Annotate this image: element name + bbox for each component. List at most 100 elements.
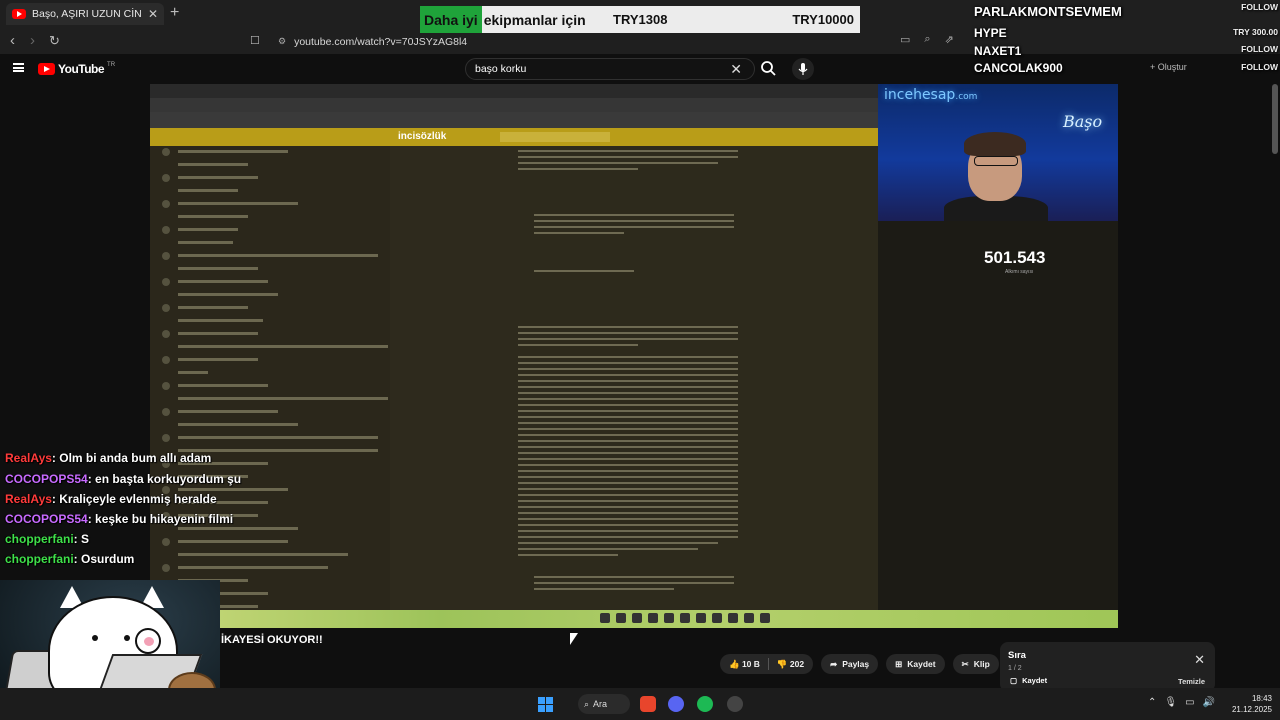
- start-button[interactable]: [538, 697, 553, 712]
- follower-name: CANCOLAK900: [974, 61, 1063, 75]
- windows-logo-icon: [546, 705, 553, 712]
- share-page-icon[interactable]: ⇗: [945, 33, 954, 46]
- divider: [767, 658, 769, 670]
- clip-button[interactable]: ✂ Klip: [952, 654, 999, 674]
- chat-user: RealAys: [5, 451, 52, 465]
- menu-icon[interactable]: [13, 63, 24, 72]
- follower-tag: TRY 300.00: [1233, 27, 1278, 37]
- sponsor-sign: incehesap.com: [884, 87, 977, 103]
- chat-user: COCOPOPS54: [5, 512, 88, 526]
- sponsor-suffix: .com: [955, 92, 978, 102]
- zoom-icon[interactable]: ⌕: [924, 33, 930, 46]
- reload-icon[interactable]: ↻: [49, 33, 60, 49]
- address-actions: ▭ ⌕ ⇗: [900, 33, 954, 46]
- app-icon[interactable]: [727, 696, 743, 712]
- search-icon: [761, 61, 776, 76]
- queue-clear-button[interactable]: Temizle: [1178, 677, 1205, 686]
- mouse-cursor-icon: [570, 633, 578, 645]
- view-count: 501.543: [984, 248, 1046, 267]
- follower-name: PARLAKMONTSEVMEM: [974, 4, 1122, 19]
- tray-expand-icon[interactable]: ⌃: [1148, 697, 1156, 708]
- inner-taskbar-icons: [600, 613, 770, 623]
- close-queue-icon[interactable]: ✕: [1194, 652, 1205, 668]
- close-tab-icon[interactable]: ✕: [148, 7, 158, 21]
- clip-icon: ✂: [961, 658, 969, 669]
- spotify-icon[interactable]: [697, 696, 713, 712]
- chat-user: chopperfani: [5, 552, 74, 566]
- chat-message: RealAys: Olm bi anda bum allı adam: [5, 451, 211, 465]
- youtube-logo[interactable]: YouTube TR: [38, 62, 115, 76]
- chat-text: : S: [73, 532, 90, 546]
- chat-message: chopperfani: S: [5, 532, 89, 546]
- inner-bookmarks-bar: [150, 112, 880, 128]
- view-count-label: Alkımı sayısı: [1005, 269, 1034, 275]
- cast-icon[interactable]: ▭: [900, 33, 910, 46]
- chat-user: chopperfani: [5, 532, 74, 546]
- queue-save-label: Kaydet: [1022, 676, 1048, 685]
- clock[interactable]: 18:43 21.12.2025: [1228, 693, 1272, 715]
- share-button[interactable]: ➦ Paylaş: [821, 654, 879, 674]
- promo-highlight: Daha iyi: [420, 6, 482, 33]
- chat-text: : Kraliçeyle evlenmiş heralde: [51, 492, 217, 506]
- inner-app-icon: [744, 613, 754, 623]
- site-search: [500, 132, 610, 142]
- create-button[interactable]: + Oluştur: [1150, 62, 1187, 72]
- neon-sign: Başo: [1063, 112, 1103, 131]
- inner-site-content: [508, 146, 748, 616]
- queue-title: Sıra: [1008, 650, 1026, 661]
- chat-message: chopperfani: Osurdum: [5, 552, 134, 566]
- microphone-icon[interactable]: 🎙: [1164, 697, 1177, 708]
- windows-logo-icon: [546, 697, 553, 704]
- share-icon: ➦: [830, 658, 838, 669]
- cat-paw-bean: [144, 637, 154, 646]
- like-button[interactable]: 👍 10 B: [729, 659, 760, 670]
- save-icon: ▢: [1010, 676, 1018, 685]
- like-dislike-group: 👍 10 B 👎 202: [720, 654, 814, 674]
- new-tab-icon[interactable]: +: [170, 4, 179, 22]
- queue-save-button[interactable]: ▢ Kaydet: [1010, 676, 1047, 685]
- follower-name: NAXET1: [974, 44, 1022, 58]
- search-input[interactable]: başo korku ✕: [465, 58, 755, 80]
- inner-content-text: [518, 150, 738, 590]
- inner-taskbar: [150, 610, 1118, 628]
- brave-browser-icon[interactable]: [640, 696, 656, 712]
- inner-app-icon: [680, 613, 690, 623]
- sponsor-name: incehesap: [884, 87, 956, 103]
- follower-tag: FOLLOW: [1241, 62, 1278, 72]
- clip-label: Klip: [973, 659, 990, 669]
- site-logo: incisözlük: [398, 131, 447, 142]
- clear-search-icon[interactable]: ✕: [730, 61, 742, 78]
- back-icon[interactable]: ‹: [10, 32, 15, 49]
- youtube-logo-text: YouTube: [58, 62, 105, 76]
- video-title: İKAYESİ OKUYOR!!: [221, 634, 323, 646]
- chat-user: RealAys: [5, 492, 52, 506]
- webcam-overlay: incehesap.com Başo: [878, 84, 1118, 221]
- search-icon: ⌕: [584, 698, 590, 709]
- page-scrollbar[interactable]: [1272, 84, 1278, 154]
- follower-tag: FOLLOW: [1241, 44, 1278, 54]
- volume-icon[interactable]: 🔊: [1203, 697, 1215, 708]
- dislike-count: 202: [789, 658, 805, 669]
- search-button[interactable]: [758, 58, 780, 80]
- voice-search-button[interactable]: [792, 58, 814, 80]
- forward-icon[interactable]: ›: [30, 32, 35, 49]
- inner-app-icon: [664, 613, 674, 623]
- inner-chat-lines: [162, 148, 388, 608]
- site-info-icon[interactable]: ⚙: [278, 36, 286, 47]
- save-button[interactable]: ⊞ Kaydet: [886, 654, 945, 674]
- dislike-button[interactable]: 👎 202: [777, 659, 804, 670]
- follower-alerts: PARLAKMONTSEVMEM FOLLOW HYPE TRY 300.00 …: [970, 0, 1280, 80]
- like-count: 10 B: [741, 658, 760, 669]
- chat-text: : en başta korkuyordum şu: [87, 472, 242, 486]
- browser-tab-youtube[interactable]: Başo, AŞIRI UZUN CİNLİ KORKU ✕: [6, 3, 164, 25]
- site-header: incisözlük: [150, 128, 878, 146]
- url-field[interactable]: ⚙ youtube.com/watch?v=70JSYzAG8l4: [272, 31, 1002, 52]
- discord-icon[interactable]: [668, 696, 684, 712]
- network-icon[interactable]: ▭: [1185, 697, 1194, 708]
- youtube-logo-icon: [38, 63, 55, 75]
- streamer-hair: [964, 132, 1026, 156]
- taskbar-search[interactable]: ⌕ Ara: [578, 694, 630, 714]
- inner-app-icon: [728, 613, 738, 623]
- chat-user: COCOPOPS54: [5, 472, 88, 486]
- bookmark-icon[interactable]: ☐: [250, 34, 260, 47]
